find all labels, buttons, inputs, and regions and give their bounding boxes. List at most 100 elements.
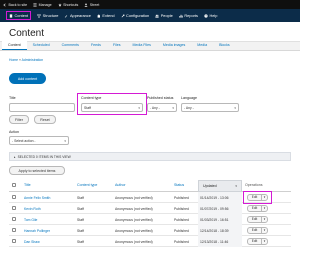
row-operations-dropdown[interactable]: ▾	[261, 215, 268, 223]
breadcrumb: Home » Administration	[9, 58, 43, 62]
wrench-icon	[121, 13, 125, 17]
column-title[interactable]: Title	[24, 183, 31, 187]
triangle-right-icon: ▸	[14, 154, 16, 159]
table-row: Dan Shaw Staff Anonymous (not verified) …	[9, 236, 291, 247]
row-title-link[interactable]: Hannah Pollinger	[24, 229, 50, 233]
chevron-down-icon: ▾	[172, 106, 174, 110]
tab-blocks[interactable]: Blocks	[213, 41, 236, 50]
tab-media-files[interactable]: Media Files	[127, 41, 157, 50]
row-title-link[interactable]: Annie Felix Smith	[24, 196, 50, 200]
chevron-down-icon: ▾	[138, 106, 140, 110]
column-status[interactable]: Status	[174, 183, 184, 187]
tray-item-label: Structure	[42, 13, 59, 18]
manage-toggle[interactable]: Manage	[30, 0, 55, 9]
column-updated[interactable]: Updated ▾	[198, 180, 242, 192]
bar-chart-icon	[179, 14, 183, 18]
people-icon	[155, 14, 159, 18]
row-checkbox[interactable]	[12, 217, 16, 221]
chevron-down-icon: ▾	[234, 106, 236, 110]
row-checkbox[interactable]	[12, 195, 16, 199]
row-operations-dropdown[interactable]: ▾	[261, 204, 268, 212]
title-filter-label: Title	[9, 96, 16, 100]
content-type-filter-label: Content type	[81, 96, 102, 100]
star-icon	[57, 2, 62, 7]
chevron-down-icon: ▾	[263, 206, 266, 211]
admin-tray: Content Structure Appearance Extend Conf…	[0, 9, 300, 22]
tray-item-reports[interactable]: Reports	[179, 11, 198, 20]
chevron-down-icon: ▾	[263, 217, 266, 222]
row-edit-button[interactable]: Edit	[247, 226, 262, 234]
structure-icon	[37, 13, 41, 18]
tab-media-images[interactable]: Media images	[157, 41, 191, 50]
bulk-selection-bar[interactable]: ▸ SELECTED 0 ITEMS IN THIS VIEW	[9, 152, 291, 161]
menu-icon	[33, 3, 37, 6]
row-edit-button[interactable]: Edit	[247, 204, 262, 212]
tray-item-structure[interactable]: Structure	[37, 11, 58, 20]
primary-tabs: Content Scheduled Comments Feeds Files M…	[0, 41, 300, 51]
row-content-type: Staff	[77, 217, 84, 222]
tab-files[interactable]: Files	[107, 41, 127, 50]
tray-item-appearance[interactable]: Appearance	[64, 11, 91, 20]
tray-item-help[interactable]: ? Help	[204, 11, 217, 20]
breadcrumb-admin-link[interactable]: Administration	[22, 58, 43, 62]
row-content-type: Staff	[77, 195, 84, 200]
tab-media[interactable]: Media	[191, 41, 213, 50]
chevron-down-icon: ▾	[263, 239, 266, 244]
back-to-site-link[interactable]: Back to site	[0, 0, 30, 9]
published-status-select[interactable]: - Any - ▾	[147, 103, 177, 112]
published-status-label: Published status	[147, 96, 174, 100]
column-updated-label: Updated	[203, 184, 217, 188]
user-toggle[interactable]: Street	[81, 0, 102, 9]
shortcuts-toggle[interactable]: Shortcuts	[55, 0, 82, 9]
manage-label: Manage	[38, 2, 52, 7]
tab-scheduled[interactable]: Scheduled	[27, 41, 56, 50]
row-title-link[interactable]: Dan Shaw	[24, 240, 40, 244]
puzzle-icon	[97, 13, 100, 18]
content-type-select[interactable]: Staff ▾	[81, 103, 143, 112]
row-edit-button[interactable]: Edit	[247, 237, 262, 245]
row-checkbox[interactable]	[12, 206, 16, 210]
row-title-link[interactable]: Tom Gile	[24, 218, 37, 222]
row-content-type: Staff	[77, 239, 84, 244]
filter-button[interactable]: Filter	[9, 115, 29, 124]
column-author[interactable]: Author	[115, 183, 126, 187]
tab-feeds[interactable]: Feeds	[85, 41, 107, 50]
action-select[interactable]: - Select action - ▾	[9, 136, 69, 145]
sort-desc-icon: ▾	[235, 184, 237, 188]
tab-content[interactable]: Content	[2, 41, 27, 50]
table-row: Kevin Roth Staff Anonymous (not verified…	[9, 203, 291, 214]
tray-item-extend[interactable]: Extend	[97, 11, 115, 20]
chevron-down-icon: ▾	[64, 139, 66, 143]
tray-item-label: People	[160, 13, 173, 18]
tray-item-content[interactable]: Content	[6, 11, 32, 20]
row-checkbox[interactable]	[12, 228, 16, 232]
row-status: Published	[174, 217, 189, 222]
row-status: Published	[174, 206, 189, 211]
row-operations-dropdown[interactable]: ▾	[261, 226, 268, 234]
tray-item-people[interactable]: People	[155, 11, 173, 20]
row-checkbox[interactable]	[12, 239, 16, 243]
chevron-down-icon: ▾	[263, 228, 266, 233]
breadcrumb-home-link[interactable]: Home	[9, 58, 18, 62]
paint-icon	[65, 14, 68, 18]
row-edit-button[interactable]: Edit	[247, 215, 262, 223]
select-all-checkbox[interactable]	[12, 183, 16, 187]
shortcuts-label: Shortcuts	[63, 2, 79, 7]
tab-comments[interactable]: Comments	[56, 41, 85, 50]
tray-item-configuration[interactable]: Configuration	[121, 11, 149, 20]
add-content-button[interactable]: Add content	[9, 73, 46, 84]
column-content-type[interactable]: Content type	[77, 183, 97, 187]
row-updated: 01/07/2019 - 09:56	[200, 206, 229, 211]
row-author: Anonymous (not verified)	[115, 217, 153, 222]
table-row: Hannah Pollinger Staff Anonymous (not ve…	[9, 225, 291, 236]
row-content-type: Staff	[77, 228, 84, 233]
title-filter-input[interactable]	[9, 103, 75, 112]
row-operations-dropdown[interactable]: ▾	[261, 237, 268, 245]
row-author: Anonymous (not verified)	[115, 206, 153, 211]
language-select[interactable]: - Any - ▾	[181, 103, 239, 112]
apply-to-selected-button[interactable]: Apply to selected items	[9, 166, 65, 175]
reset-button[interactable]: Reset	[34, 115, 56, 124]
bulk-selection-text: SELECTED 0 ITEMS IN THIS VIEW	[17, 154, 71, 159]
row-title-link[interactable]: Kevin Roth	[24, 207, 41, 211]
back-to-site-label: Back to site	[8, 2, 28, 7]
